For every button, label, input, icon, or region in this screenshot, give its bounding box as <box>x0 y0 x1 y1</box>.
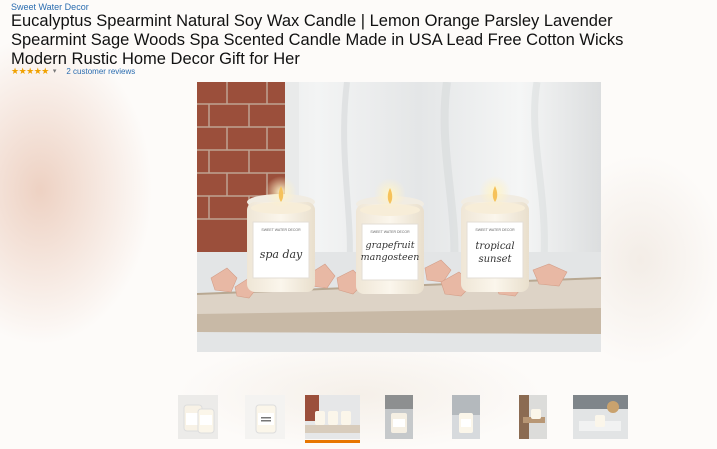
thumbnail-7[interactable] <box>573 395 628 439</box>
thumbnail-6[interactable] <box>519 395 547 439</box>
svg-text:SWEET WATER DECOR: SWEET WATER DECOR <box>475 228 515 232</box>
thumbnail-2[interactable] <box>245 395 285 439</box>
svg-text:sunset: sunset <box>478 254 512 265</box>
svg-text:SWEET WATER DECOR: SWEET WATER DECOR <box>261 228 301 232</box>
star-rating-icon[interactable]: ★★★★★ <box>11 66 49 77</box>
candles-photo: SWEET WATER DECOR spa day SWEET WATER DE… <box>197 82 601 352</box>
thumbnail-5[interactable] <box>452 395 480 439</box>
svg-text:spa day: spa day <box>260 248 303 261</box>
svg-text:mangosteen: mangosteen <box>361 252 420 263</box>
thumbnail-4[interactable] <box>385 395 413 439</box>
selected-thumbnail-indicator <box>305 440 360 443</box>
svg-text:grapefruit: grapefruit <box>365 240 414 251</box>
chevron-down-icon[interactable]: ▾ <box>53 67 57 75</box>
main-product-image[interactable]: SWEET WATER DECOR spa day SWEET WATER DE… <box>197 82 601 352</box>
brand-link[interactable]: Sweet Water Decor <box>11 2 89 12</box>
product-page: Sweet Water Decor Eucalyptus Spearmint N… <box>0 0 717 449</box>
rating-row: ★★★★★ ▾ 2 customer reviews <box>11 66 135 76</box>
svg-text:SWEET WATER DECOR: SWEET WATER DECOR <box>370 230 410 234</box>
customer-reviews-link[interactable]: 2 customer reviews <box>66 67 135 76</box>
svg-text:tropical: tropical <box>475 241 514 252</box>
thumbnail-1[interactable] <box>178 395 218 439</box>
thumbnail-strip <box>0 395 717 445</box>
product-title: Eucalyptus Spearmint Natural Soy Wax Can… <box>11 12 624 68</box>
thumbnail-3-selected[interactable] <box>305 395 360 439</box>
